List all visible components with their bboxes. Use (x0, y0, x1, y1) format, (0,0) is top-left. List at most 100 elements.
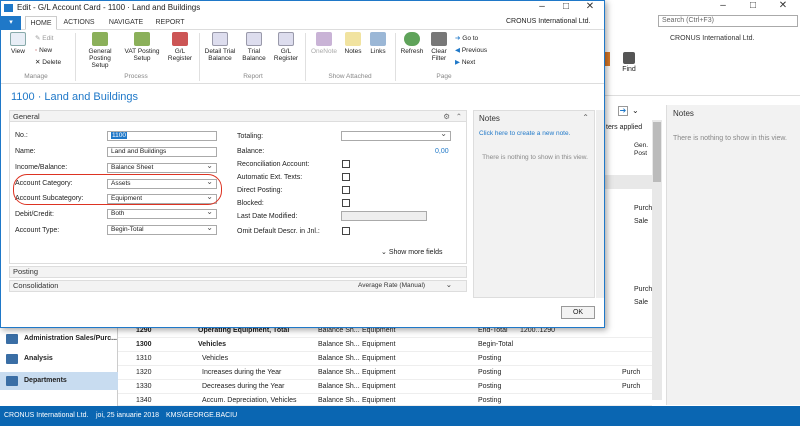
auto-ext-texts-checkbox[interactable] (342, 173, 350, 181)
button-label: G/L Register (167, 48, 193, 62)
gl-register-report-button[interactable]: G/L Register (271, 32, 301, 62)
nav-item-analysis[interactable]: Analysis (0, 350, 118, 368)
group-report: Report (243, 73, 263, 80)
button-label: Detail Trial Balance (204, 48, 236, 62)
table-row[interactable]: 1330 Decreases during the Year Balance S… (118, 380, 652, 394)
company-name: CRONUS International Ltd. (670, 35, 755, 42)
omit-descr-label: Omit Default Descr. in Jnl.: (237, 228, 320, 235)
delete-button[interactable]: ✕ Delete (35, 58, 61, 67)
list-scrollbar[interactable] (652, 120, 662, 400)
balance-value[interactable]: 0,00 (435, 148, 449, 155)
ribbon: View ✎ Edit ▫ New ✕ Delete Manage Genera… (1, 30, 604, 84)
next-button[interactable]: ▶ Next (455, 58, 475, 67)
previous-icon: ◀ (455, 47, 460, 54)
detail-trial-balance-button[interactable]: Detail Trial Balance (203, 32, 237, 62)
tab-actions[interactable]: ACTIONS (59, 16, 99, 30)
button-label: Trial Balance (242, 48, 266, 62)
report-icon (278, 32, 294, 46)
cell-name: Accum. Depreciation, Vehicles (202, 397, 297, 404)
table-row[interactable]: 1320 Increases during the Year Balance S… (118, 366, 652, 380)
create-note-link[interactable]: Click here to create a new note. (479, 130, 570, 137)
cell-type: Posting (478, 355, 502, 362)
find-button[interactable]: Find (618, 52, 640, 73)
find-label: Find (622, 66, 636, 73)
maximize-icon[interactable]: □ (740, 0, 766, 12)
cell-type: Posting (478, 369, 502, 376)
view-button[interactable]: View (7, 32, 29, 55)
application-menu-button[interactable]: ▾ (1, 16, 21, 30)
cell-type: Begin-Total (478, 341, 514, 348)
blocked-checkbox[interactable] (342, 199, 350, 207)
notes-button[interactable]: Notes (341, 32, 365, 55)
chevron-up-icon[interactable]: ⌃ (582, 113, 589, 122)
income-balance-select[interactable]: Balance Sheet (107, 162, 217, 173)
account-type-select[interactable]: Begin-Total (107, 224, 217, 235)
tab-home[interactable]: HOME (25, 16, 57, 30)
dialog-scrollbar[interactable] (596, 110, 604, 298)
onenote-button[interactable]: OneNote (309, 32, 339, 55)
close-icon[interactable]: ✕ (577, 1, 603, 13)
direct-posting-checkbox[interactable] (342, 186, 350, 194)
minimize-icon[interactable]: – (710, 0, 736, 12)
cell-category: Equipment (362, 355, 396, 362)
cell-type: Posting (478, 397, 502, 404)
general-header[interactable]: General ⚙ ⌃ (10, 111, 466, 122)
table-row[interactable]: 1300 Vehicles Balance Sh... Equipment Be… (118, 338, 652, 352)
no-field[interactable]: 1100 (107, 131, 217, 141)
vat-posting-setup-button[interactable]: VAT Posting Setup (121, 32, 163, 62)
nav-item-departments[interactable]: Departments (0, 372, 118, 390)
previous-button[interactable]: ◀ Previous (455, 46, 487, 55)
chevron-down-icon[interactable]: ⌄ (632, 106, 639, 115)
reconciliation-checkbox[interactable] (342, 160, 350, 168)
page-title: 1100 · Land and Buildings (11, 91, 139, 103)
debit-credit-select[interactable]: Both (107, 208, 217, 219)
maximize-icon[interactable]: □ (553, 1, 579, 13)
show-more-fields-link[interactable]: ⌄ Show more fields (381, 248, 443, 256)
consolidation-fasttab[interactable]: Consolidation Average Rate (Manual) ⌄ (9, 280, 467, 292)
nav-item-administration[interactable]: Administration Sales/Purc... (0, 330, 118, 348)
customize-icon[interactable]: ⚙ (443, 111, 450, 122)
totaling-label: Totaling: (237, 133, 264, 140)
close-icon[interactable]: ✕ (770, 0, 796, 12)
omit-descr-checkbox[interactable] (342, 227, 350, 235)
selected-row-band (604, 175, 652, 189)
group-process: Process (124, 73, 148, 80)
nav-item-label: Analysis (24, 355, 53, 362)
notes-empty-text: There is nothing to show in this view. (673, 135, 788, 142)
search-input[interactable]: Search (Ctrl+F3) (658, 15, 798, 27)
edit-button[interactable]: ✎ Edit (35, 34, 53, 43)
totaling-field[interactable] (341, 130, 451, 141)
scrollbar-thumb[interactable] (653, 122, 661, 182)
general-posting-setup-button[interactable]: General Posting Setup (81, 32, 119, 69)
chevron-up-icon[interactable]: ⌃ (456, 111, 462, 122)
factbox-notes: Notes There is nothing to show in this v… (666, 105, 800, 405)
goto-button[interactable]: ➔ Go to (455, 34, 478, 43)
cell-gen-post: Purch (622, 383, 641, 390)
arrow-right-icon[interactable]: ➔ (618, 106, 628, 116)
notes-title: Notes (673, 109, 694, 118)
posting-header-label: Posting (13, 267, 39, 276)
gl-register-process-button[interactable]: G/L Register (165, 32, 195, 62)
report-icon (246, 32, 262, 46)
tab-navigate[interactable]: NAVIGATE (103, 16, 149, 30)
table-row[interactable]: 1310 Vehicles Balance Sh... Equipment Po… (118, 352, 652, 366)
name-field[interactable]: Land and Buildings (107, 147, 217, 157)
new-button[interactable]: ▫ New (35, 46, 52, 55)
table-row[interactable]: 1340 Accum. Depreciation, Vehicles Balan… (118, 394, 652, 406)
clear-filter-button[interactable]: Clear Filter (427, 32, 451, 62)
chevron-down-icon: ⌄ (381, 249, 387, 256)
links-button[interactable]: Links (367, 32, 389, 55)
delete-label: Delete (42, 59, 62, 66)
tab-report[interactable]: REPORT (151, 16, 189, 30)
posting-fasttab[interactable]: Posting (9, 266, 467, 278)
refresh-button[interactable]: Refresh (399, 32, 425, 55)
button-label: G/L Register (273, 48, 299, 62)
minimize-icon[interactable]: – (529, 1, 555, 13)
cell-income: Balance Sh... (318, 341, 360, 348)
trial-balance-button[interactable]: Trial Balance (239, 32, 269, 62)
ok-button[interactable]: OK (561, 306, 595, 319)
app-title-bar: – □ ✕ (600, 0, 800, 14)
general-header-label: General (13, 112, 40, 121)
income-balance-label: Income/Balance: (15, 164, 68, 171)
auto-ext-texts-label: Automatic Ext. Texts: (237, 174, 303, 181)
